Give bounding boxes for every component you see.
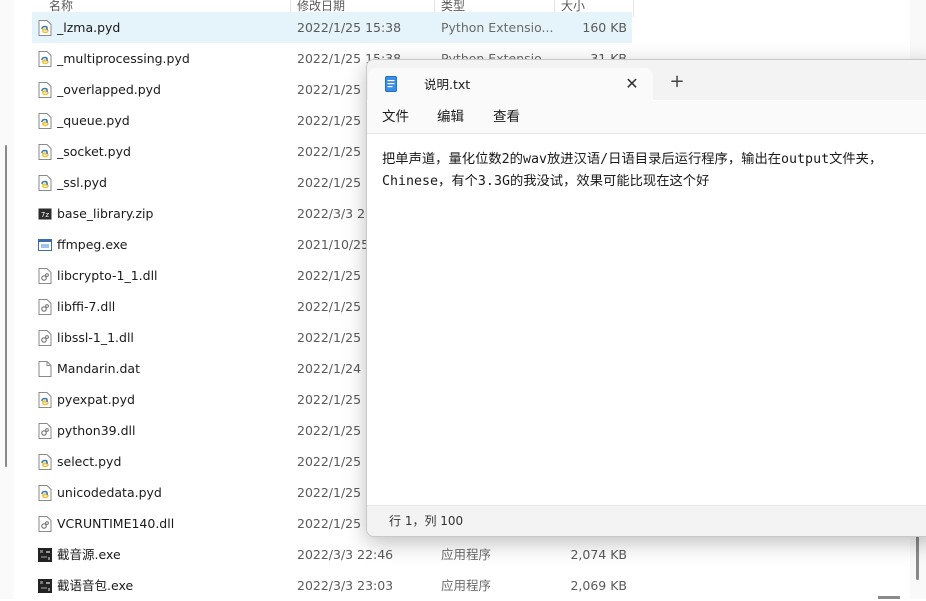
file-name: _ssl.pyd — [57, 175, 107, 190]
file-date: 2022/3/3 22:46 — [297, 547, 394, 562]
notepad-status-bar: 行 1，列 100 — [367, 505, 926, 536]
notepad-tab-title: 说明.txt — [424, 77, 471, 92]
menu-view[interactable]: 查看 — [493, 101, 520, 133]
file-name: Mandarin.dat — [57, 361, 140, 376]
file-row[interactable]: _lzma.pyd 2022/1/25 15:38 Python Extensio.… — [32, 12, 632, 43]
python-file-icon — [38, 20, 52, 36]
file-date: 2022/1/25 15:38 — [297, 20, 402, 35]
python-file-icon — [38, 175, 52, 191]
file-list-scrollbar[interactable] — [916, 534, 919, 580]
new-tab-button[interactable]: + — [666, 71, 688, 93]
text-line: 把单声道，量化位数2的wav放进汉语/日语目录后运行程序，输出在output文件… — [382, 152, 883, 167]
file-size: 2,074 KB — [570, 547, 627, 562]
blank-file-icon — [38, 361, 52, 377]
file-name: _socket.pyd — [57, 144, 131, 159]
file-name: _multiprocessing.pyd — [57, 51, 190, 66]
exe-window-icon — [38, 237, 52, 253]
file-name: libcrypto-1_1.dll — [57, 268, 158, 283]
python-file-icon — [38, 144, 52, 160]
file-name: 截音源.exe — [57, 547, 121, 562]
python-file-icon — [38, 454, 52, 470]
text-line: Chinese，有个3.3G的我没试，效果可能比现在这个好 — [382, 174, 710, 189]
app-exe-icon — [38, 578, 52, 594]
dll-file-icon — [38, 299, 52, 315]
svg-text:7z: 7z — [41, 211, 49, 219]
notepad-tab-strip: 说明.txt ✕ + — [367, 60, 926, 101]
file-name: _overlapped.pyd — [57, 82, 161, 97]
python-file-icon — [38, 51, 52, 67]
dll-file-icon — [38, 423, 52, 439]
close-tab-icon[interactable]: ✕ — [623, 75, 641, 93]
app-exe-icon — [38, 547, 52, 563]
notepad-window: 说明.txt ✕ + 文件 编辑 查看 把单声道，量化位数2的wav放进汉语/日… — [366, 59, 926, 537]
file-size: 2,069 KB — [570, 578, 627, 593]
file-name: pyexpat.pyd — [57, 392, 135, 407]
navigation-pane-edge — [0, 0, 14, 599]
dll-file-icon — [38, 516, 52, 532]
dll-file-icon — [38, 330, 52, 346]
file-name: _lzma.pyd — [57, 20, 121, 35]
notepad-text-area[interactable]: 把单声道，量化位数2的wav放进汉语/日语目录后运行程序，输出在output文件… — [382, 149, 926, 193]
menu-edit[interactable]: 编辑 — [437, 101, 464, 133]
file-name: 截语音包.exe — [57, 578, 134, 593]
file-date: 2022/3/3 23:03 — [297, 578, 394, 593]
file-row[interactable]: 截语音包.exe 2022/3/3 23:03 应用程序 2,069 KB — [32, 570, 632, 601]
file-size: 160 KB — [582, 20, 627, 35]
file-name: VCRUNTIME140.dll — [57, 516, 175, 531]
file-row[interactable]: 截音源.exe 2022/3/3 22:46 应用程序 2,074 KB — [32, 539, 632, 570]
file-name: base_library.zip — [57, 206, 154, 221]
navigation-scrollbar[interactable] — [5, 145, 7, 467]
dll-file-icon — [38, 268, 52, 284]
python-file-icon — [38, 113, 52, 129]
file-name: libffi-7.dll — [57, 299, 116, 314]
notepad-tab[interactable]: 说明.txt ✕ — [368, 68, 653, 101]
file-name: libssl-1_1.dll — [57, 330, 134, 345]
python-file-icon — [38, 82, 52, 98]
cursor-position: 行 1，列 100 — [389, 514, 464, 528]
7zip-archive-icon: 7z — [38, 206, 52, 222]
text-document-icon — [385, 76, 397, 92]
file-name: _queue.pyd — [57, 113, 130, 128]
file-name: unicodedata.pyd — [57, 485, 162, 500]
python-file-icon — [38, 392, 52, 408]
file-name: python39.dll — [57, 423, 136, 438]
python-file-icon — [38, 485, 52, 501]
file-name: ffmpeg.exe — [57, 237, 128, 252]
menu-file[interactable]: 文件 — [382, 101, 409, 133]
notepad-menubar: 文件 编辑 查看 — [367, 101, 926, 134]
file-name: select.pyd — [57, 454, 122, 469]
